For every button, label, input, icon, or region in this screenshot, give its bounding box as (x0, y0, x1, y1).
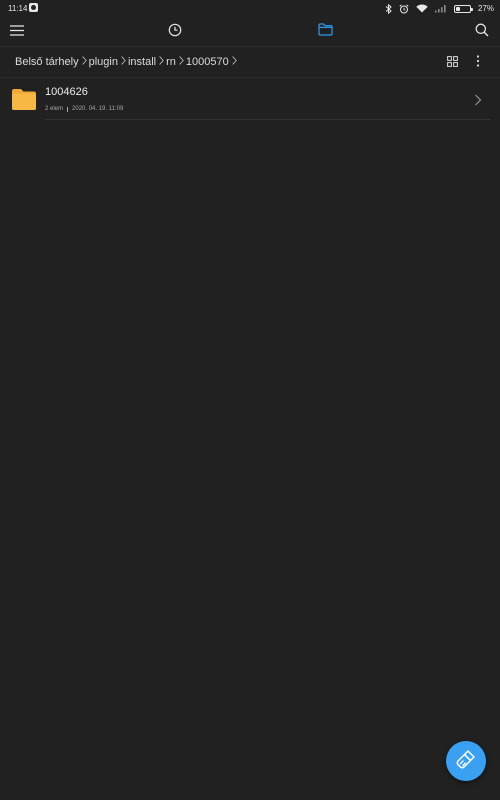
list-item[interactable]: 1004626 2 elem 2020. 04. 19. 11:09 (0, 78, 500, 120)
file-manager-screen: 11:14 27% Belső tárhely plugin install r… (0, 0, 500, 800)
wifi-icon (416, 4, 428, 13)
more-options-button[interactable] (470, 55, 486, 71)
status-bar: 11:14 27% (0, 0, 500, 18)
meta-divider (67, 106, 69, 112)
file-name: 1004626 (45, 86, 88, 98)
hamburger-menu-icon (10, 23, 24, 41)
notification-app-icon (29, 3, 38, 12)
breadcrumb-item-rn[interactable]: rn (166, 56, 176, 68)
folder-tab-icon (317, 23, 333, 41)
item-count: 2 elem (45, 106, 64, 112)
tab-files[interactable] (314, 21, 336, 43)
bluetooth-icon (385, 3, 392, 14)
clean-button[interactable] (446, 741, 486, 781)
search-button[interactable] (471, 21, 493, 43)
file-meta: 2 elem 2020. 04. 19. 11:09 (45, 106, 123, 112)
chevron-right-icon (179, 56, 184, 68)
signal-icon (434, 4, 447, 13)
search-icon (475, 23, 489, 42)
breadcrumb-actions (444, 55, 486, 71)
battery-level-fill (455, 6, 460, 11)
clean-brush-icon (455, 748, 477, 775)
alarm-icon (399, 3, 409, 14)
clock-icon (168, 23, 182, 42)
view-mode-button[interactable] (444, 55, 460, 71)
folder-icon (11, 86, 37, 112)
chevron-right-icon (159, 56, 164, 68)
breadcrumb-bar: Belső tárhely plugin install rn 1000570 (0, 46, 500, 78)
modified-date: 2020. 04. 19. 11:09 (72, 106, 124, 112)
tab-recent[interactable] (164, 21, 186, 43)
status-time: 11:14 (8, 4, 28, 13)
breadcrumb-item-plugin[interactable]: plugin (89, 56, 118, 68)
chevron-right-icon (231, 56, 237, 68)
status-icons: 27% (385, 2, 494, 15)
grid-view-icon (446, 54, 458, 72)
breadcrumb: Belső tárhely plugin install rn 1000570 (15, 56, 239, 68)
chevron-right-icon (121, 56, 126, 68)
chevron-right-icon (81, 56, 87, 68)
chevron-right-icon (474, 93, 482, 106)
battery-icon (453, 4, 473, 13)
menu-button[interactable] (6, 21, 28, 43)
more-vertical-icon (476, 54, 480, 72)
battery-percent: 27% (477, 4, 494, 13)
breadcrumb-item-current[interactable]: 1000570 (186, 56, 229, 68)
breadcrumb-item-install[interactable]: install (128, 56, 156, 68)
breadcrumb-item-internal-storage[interactable]: Belső tárhely (15, 56, 79, 68)
top-toolbar (0, 18, 500, 46)
file-list: 1004626 2 elem 2020. 04. 19. 11:09 (0, 78, 500, 120)
